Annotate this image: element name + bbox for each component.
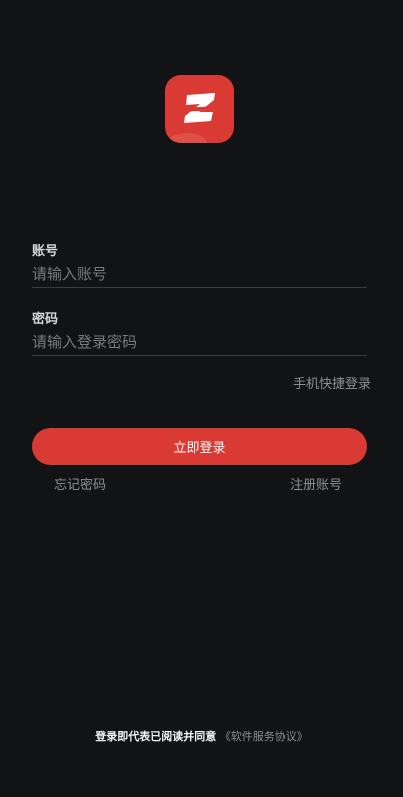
account-label: 账号: [32, 244, 59, 259]
agreement-footer: 登录即代表已阅读并同意 《软件服务协议》: [0, 729, 403, 745]
login-button[interactable]: 立即登录: [32, 428, 367, 465]
app-logo: [165, 75, 234, 143]
service-agreement-link[interactable]: 《软件服务协议》: [220, 730, 308, 743]
account-field: 账号: [32, 244, 367, 288]
phone-quick-login-link[interactable]: 手机快捷登录: [293, 377, 371, 393]
password-input[interactable]: [32, 328, 367, 356]
forgot-password-link[interactable]: 忘记密码: [54, 478, 106, 494]
agreement-text: 登录即代表已阅读并同意: [95, 730, 217, 743]
register-link[interactable]: 注册账号: [290, 478, 342, 494]
password-field: 密码: [32, 312, 367, 356]
account-input[interactable]: [32, 260, 367, 288]
logo-z-icon: [167, 93, 221, 143]
password-label: 密码: [32, 312, 59, 327]
